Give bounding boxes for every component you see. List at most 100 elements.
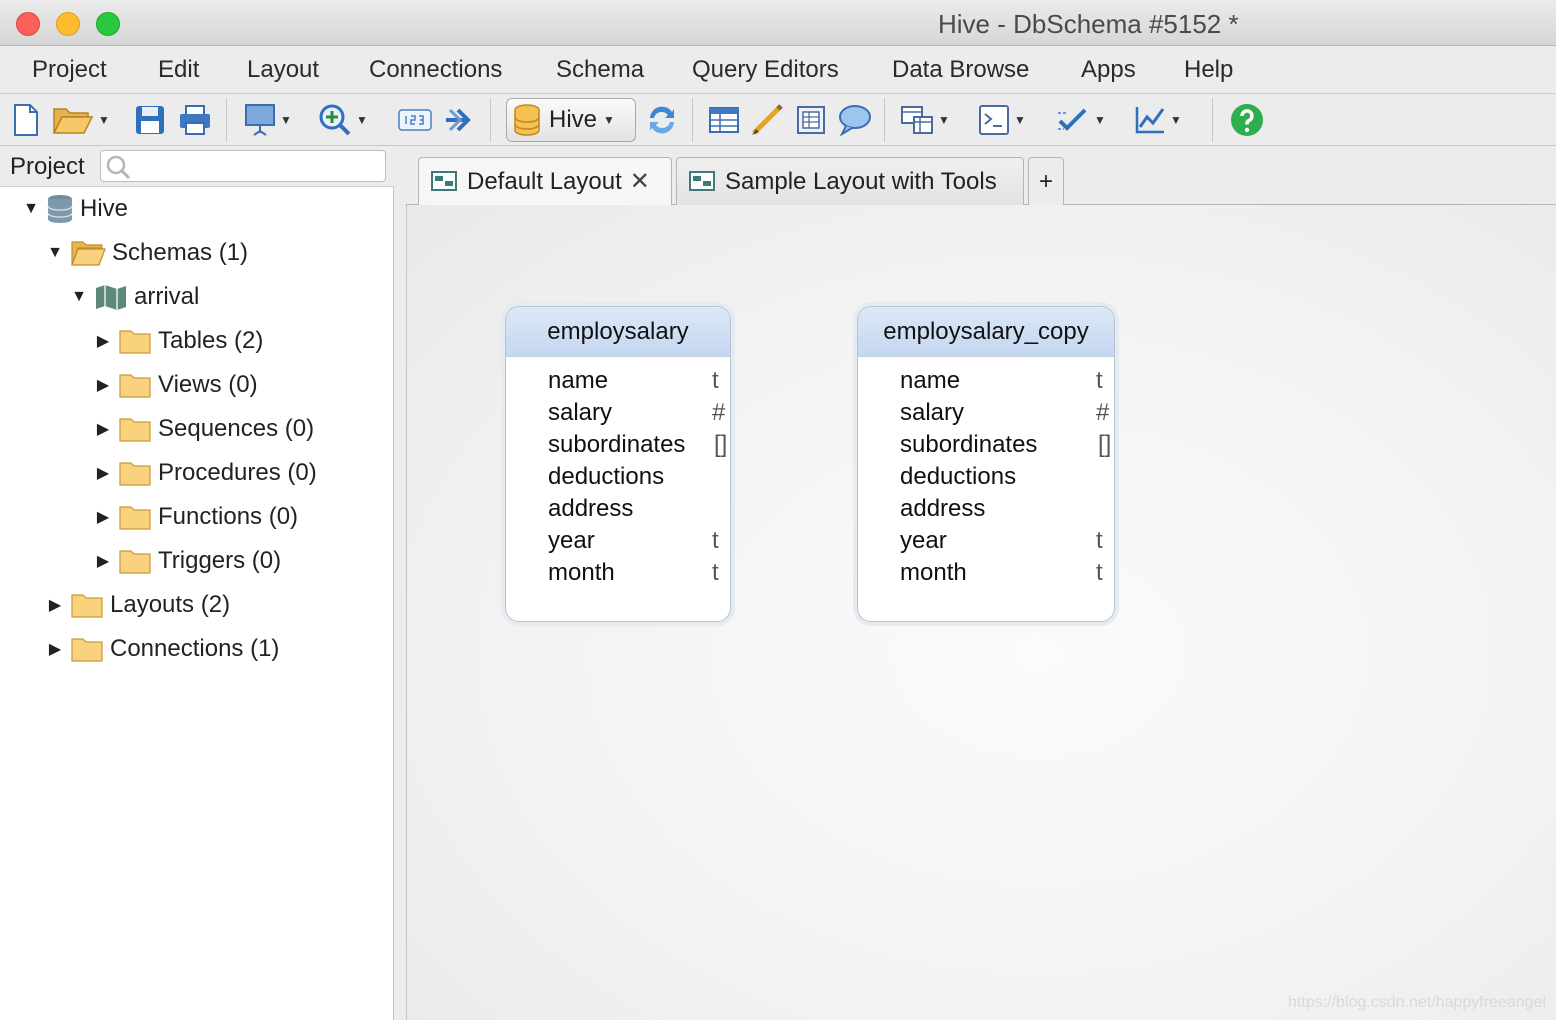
menu-help[interactable]: Help <box>1184 56 1233 84</box>
tree-item-functions[interactable]: ▶ Functions (0) <box>94 497 298 537</box>
column-row[interactable]: year t <box>858 527 1114 559</box>
window-maximize-button[interactable] <box>96 12 120 36</box>
printer-icon <box>180 105 210 135</box>
print-button[interactable] <box>178 102 212 138</box>
tree-item-procedures[interactable]: ▶ Procedures (0) <box>94 453 317 493</box>
menu-query-editors[interactable]: Query Editors <box>692 56 839 84</box>
collapsed-arrow-icon[interactable]: ▶ <box>94 419 112 439</box>
tree-item-layouts[interactable]: ▶ Layouts (2) <box>46 585 230 625</box>
folder-icon <box>119 374 151 398</box>
tab-default-layout[interactable]: Default Layout ✕ <box>418 157 672 205</box>
tree-item-views[interactable]: ▶ Views (0) <box>94 365 258 405</box>
add-layout-tab-button[interactable]: + <box>1028 157 1064 205</box>
collapsed-arrow-icon[interactable]: ▶ <box>94 331 112 351</box>
dropdown-caret-icon: ▼ <box>1094 113 1106 127</box>
create-foreign-key-button[interactable] <box>750 102 784 138</box>
help-button[interactable] <box>1230 102 1264 138</box>
folder-icon <box>119 550 151 574</box>
tree-item-hive[interactable]: ▼ Hive <box>22 189 128 229</box>
column-row[interactable]: name t <box>858 367 1114 399</box>
validate-button[interactable]: ▼ <box>1056 102 1106 138</box>
collapsed-arrow-icon[interactable]: ▶ <box>46 639 64 659</box>
speech-bubble-icon <box>839 105 871 136</box>
tree-item-sequences[interactable]: ▶ Sequences (0) <box>94 409 314 449</box>
window-close-button[interactable] <box>16 12 40 36</box>
menu-bar: Project Edit Layout Connections Schema Q… <box>0 46 1556 94</box>
collapsed-arrow-icon[interactable]: ▶ <box>94 551 112 571</box>
collapsed-arrow-icon[interactable]: ▶ <box>94 463 112 483</box>
project-panel: Project ▼ Hive ▼ Schemas (1) ▼ arrival ▶… <box>0 147 394 1020</box>
tree-label: Connections (1) <box>110 635 280 662</box>
project-panel-header: Project <box>0 147 394 187</box>
add-callout-button[interactable] <box>838 102 872 138</box>
tree-item-schemas[interactable]: ▼ Schemas (1) <box>46 233 248 273</box>
connection-selector[interactable]: Hive ▼ <box>506 98 636 142</box>
forward-engineer-button[interactable] <box>444 102 476 138</box>
numbering-button[interactable] <box>398 102 432 138</box>
open-project-button[interactable]: ▼ <box>52 102 110 138</box>
refresh-button[interactable] <box>646 102 678 138</box>
menu-data-browse[interactable]: Data Browse <box>892 56 1029 84</box>
column-row[interactable]: subordinates [] <box>858 431 1114 463</box>
entity-title[interactable]: employsalary <box>506 307 730 357</box>
close-icon[interactable]: ✕ <box>630 167 650 196</box>
expanded-arrow-icon[interactable]: ▼ <box>70 288 88 306</box>
project-search-input[interactable] <box>100 150 386 182</box>
column-row[interactable]: subordinates [] <box>506 431 730 463</box>
collapsed-arrow-icon[interactable]: ▶ <box>94 375 112 395</box>
menu-apps[interactable]: Apps <box>1081 56 1136 84</box>
dropdown-caret-icon: ▼ <box>356 113 368 127</box>
tree-item-connections[interactable]: ▶ Connections (1) <box>46 629 280 669</box>
tree-label: arrival <box>134 283 200 310</box>
search-icon <box>106 155 131 180</box>
collapsed-arrow-icon[interactable]: ▶ <box>94 507 112 527</box>
expanded-arrow-icon[interactable]: ▼ <box>22 200 40 218</box>
column-row[interactable]: salary # <box>858 399 1114 431</box>
column-row[interactable]: year t <box>506 527 730 559</box>
menu-edit[interactable]: Edit <box>158 56 199 84</box>
column-name: salary <box>900 399 965 426</box>
save-disk-icon <box>136 106 164 134</box>
sql-editor-button[interactable]: ▼ <box>978 102 1026 138</box>
column-row[interactable]: month t <box>506 559 730 591</box>
collapsed-arrow-icon[interactable]: ▶ <box>46 595 64 615</box>
create-table-button[interactable] <box>708 102 740 138</box>
zoom-button[interactable]: ▼ <box>318 102 368 138</box>
column-name: subordinates <box>548 431 686 458</box>
tree-item-triggers[interactable]: ▶ Triggers (0) <box>94 541 281 581</box>
tab-sample-layout-with-tools[interactable]: Sample Layout with Tools <box>676 157 1024 205</box>
toolbar-separator <box>490 98 491 142</box>
new-project-button[interactable] <box>12 102 40 138</box>
menu-schema[interactable]: Schema <box>556 56 644 84</box>
tree-item-arrival-schema[interactable]: ▼ arrival <box>70 277 199 317</box>
save-button[interactable] <box>134 102 166 138</box>
entity-employsalary[interactable]: employsalary name t salary # subordinate… <box>505 306 731 622</box>
charts-button[interactable]: ▼ <box>1134 102 1182 138</box>
column-row[interactable]: salary # <box>506 399 730 431</box>
table-layout-icon <box>901 106 933 134</box>
entity-title[interactable]: employsalary_copy <box>858 307 1114 357</box>
column-row[interactable]: address <box>858 495 1114 527</box>
create-view-button[interactable] <box>796 102 826 138</box>
column-row[interactable]: name t <box>506 367 730 399</box>
column-row[interactable]: deductions <box>506 463 730 495</box>
dropdown-caret-icon: ▼ <box>1014 113 1026 127</box>
diagram-canvas[interactable]: employsalary name t salary # subordinate… <box>406 205 1556 1020</box>
column-row[interactable]: deductions <box>858 463 1114 495</box>
relational-browse-button[interactable]: ▼ <box>900 102 950 138</box>
menu-layout[interactable]: Layout <box>247 56 319 84</box>
window-minimize-button[interactable] <box>56 12 80 36</box>
column-row[interactable]: address <box>506 495 730 527</box>
menu-project[interactable]: Project <box>32 56 107 84</box>
column-row[interactable]: month t <box>858 559 1114 591</box>
layout-tab-strip: Default Layout ✕ Sample Layout with Tool… <box>406 147 1556 205</box>
entity-employsalary-copy[interactable]: employsalary_copy name t salary # subord… <box>857 306 1115 622</box>
expanded-arrow-icon[interactable]: ▼ <box>46 244 64 262</box>
tree-item-tables[interactable]: ▶ Tables (2) <box>94 321 264 361</box>
column-type: [] <box>714 431 728 458</box>
column-name: salary <box>548 399 613 426</box>
presentation-button[interactable]: ▼ <box>244 102 292 138</box>
column-type: t <box>712 367 719 394</box>
new-file-icon <box>14 104 38 136</box>
menu-connections[interactable]: Connections <box>369 56 502 84</box>
